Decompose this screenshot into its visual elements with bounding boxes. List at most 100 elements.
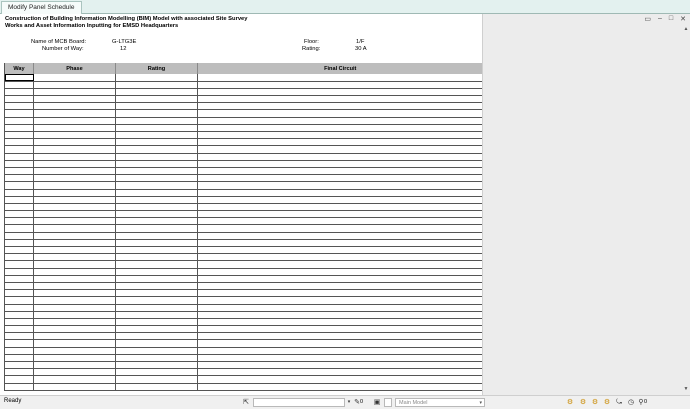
cell-rating[interactable] xyxy=(115,160,198,168)
col-header-way[interactable]: Way xyxy=(4,63,34,74)
cell-final-circuit[interactable] xyxy=(197,289,482,298)
cell-way[interactable] xyxy=(4,383,34,391)
cell-way[interactable] xyxy=(4,282,34,291)
cell-phase[interactable] xyxy=(33,368,116,377)
cell-phase[interactable] xyxy=(33,217,116,226)
cell-rating[interactable] xyxy=(115,253,198,262)
cell-rating[interactable] xyxy=(115,102,198,111)
cell-phase[interactable] xyxy=(33,181,116,190)
cell-final-circuit[interactable] xyxy=(197,347,482,355)
cell-final-circuit[interactable] xyxy=(197,224,482,233)
cell-way[interactable] xyxy=(4,275,34,283)
cell-way[interactable] xyxy=(4,196,34,204)
close-icon[interactable]: ✕ xyxy=(680,15,686,23)
cell-phase[interactable] xyxy=(33,138,116,147)
cell-final-circuit[interactable] xyxy=(197,375,482,384)
cell-phase[interactable] xyxy=(33,74,116,82)
cell-phase[interactable] xyxy=(33,260,116,269)
cell-final-circuit[interactable] xyxy=(197,368,482,377)
cell-way[interactable] xyxy=(4,102,34,111)
vertical-scrollbar[interactable]: ▲ ▼ xyxy=(683,26,689,392)
cell-rating[interactable] xyxy=(115,304,198,312)
cell-rating[interactable] xyxy=(115,361,198,370)
cell-way[interactable] xyxy=(4,88,34,97)
cell-rating[interactable] xyxy=(115,117,198,125)
cell-rating[interactable] xyxy=(115,246,198,255)
cell-rating[interactable] xyxy=(115,88,198,97)
cell-rating[interactable] xyxy=(115,217,198,226)
cell-final-circuit[interactable] xyxy=(197,138,482,147)
cell-way[interactable] xyxy=(4,268,34,276)
cell-phase[interactable] xyxy=(33,124,116,133)
cell-way[interactable] xyxy=(4,232,34,240)
cell-final-circuit[interactable] xyxy=(197,339,482,348)
cell-way[interactable] xyxy=(4,124,34,133)
cell-phase[interactable] xyxy=(33,296,116,305)
cell-final-circuit[interactable] xyxy=(197,332,482,341)
cell-way[interactable] xyxy=(4,289,34,298)
cell-way[interactable] xyxy=(4,81,34,89)
cell-phase[interactable] xyxy=(33,318,116,327)
cell-final-circuit[interactable] xyxy=(197,296,482,305)
cell-final-circuit[interactable] xyxy=(197,153,482,161)
cell-phase[interactable] xyxy=(33,232,116,240)
cell-final-circuit[interactable] xyxy=(197,318,482,327)
cell-rating[interactable] xyxy=(115,203,198,212)
cell-rating[interactable] xyxy=(115,311,198,319)
cell-rating[interactable] xyxy=(115,138,198,147)
cell-rating[interactable] xyxy=(115,275,198,283)
pinned-icon[interactable]: ⚙ xyxy=(590,398,600,407)
cell-phase[interactable] xyxy=(33,145,116,154)
design-options-icon[interactable]: ▣ xyxy=(372,398,382,407)
cell-way[interactable] xyxy=(4,181,34,190)
cell-phase[interactable] xyxy=(33,361,116,370)
cell-way[interactable] xyxy=(4,325,34,334)
cell-rating[interactable] xyxy=(115,74,198,82)
cell-way[interactable] xyxy=(4,318,34,327)
filter-icon[interactable]: ◷ xyxy=(626,398,636,407)
cell-phase[interactable] xyxy=(33,160,116,168)
cell-phase[interactable] xyxy=(33,282,116,291)
cell-rating[interactable] xyxy=(115,332,198,341)
cell-rating[interactable] xyxy=(115,189,198,197)
cell-phase[interactable] xyxy=(33,383,116,391)
minimize-icon[interactable]: – xyxy=(658,15,662,23)
cell-phase[interactable] xyxy=(33,289,116,298)
active-model-select[interactable]: Main Model ▾ xyxy=(395,398,485,407)
cell-rating[interactable] xyxy=(115,145,198,154)
cell-rating[interactable] xyxy=(115,318,198,327)
cell-way[interactable] xyxy=(4,145,34,154)
cell-final-circuit[interactable] xyxy=(197,102,482,111)
cell-final-circuit[interactable] xyxy=(197,81,482,89)
cell-phase[interactable] xyxy=(33,131,116,140)
cell-final-circuit[interactable] xyxy=(197,383,482,391)
cell-phase[interactable] xyxy=(33,325,116,334)
cell-final-circuit[interactable] xyxy=(197,282,482,291)
cell-rating[interactable] xyxy=(115,167,198,176)
cell-rating[interactable] xyxy=(115,282,198,291)
cell-way[interactable] xyxy=(4,246,34,255)
maximize-icon[interactable]: □ xyxy=(669,15,673,23)
cell-rating[interactable] xyxy=(115,232,198,240)
cell-phase[interactable] xyxy=(33,81,116,89)
cell-final-circuit[interactable] xyxy=(197,260,482,269)
cell-way[interactable] xyxy=(4,203,34,212)
cell-phase[interactable] xyxy=(33,109,116,118)
cell-phase[interactable] xyxy=(33,224,116,233)
cell-final-circuit[interactable] xyxy=(197,124,482,133)
cell-phase[interactable] xyxy=(33,88,116,97)
cell-phase[interactable] xyxy=(33,153,116,161)
cell-way[interactable] xyxy=(4,253,34,262)
cell-way[interactable] xyxy=(4,361,34,370)
cell-phase[interactable] xyxy=(33,304,116,312)
cell-final-circuit[interactable] xyxy=(197,361,482,370)
cell-final-circuit[interactable] xyxy=(197,74,482,82)
cell-final-circuit[interactable] xyxy=(197,311,482,319)
cell-way[interactable] xyxy=(4,332,34,341)
cell-final-circuit[interactable] xyxy=(197,174,482,183)
cell-rating[interactable] xyxy=(115,181,198,190)
cell-rating[interactable] xyxy=(115,375,198,384)
cell-phase[interactable] xyxy=(33,174,116,183)
cell-phase[interactable] xyxy=(33,253,116,262)
cell-rating[interactable] xyxy=(115,268,198,276)
